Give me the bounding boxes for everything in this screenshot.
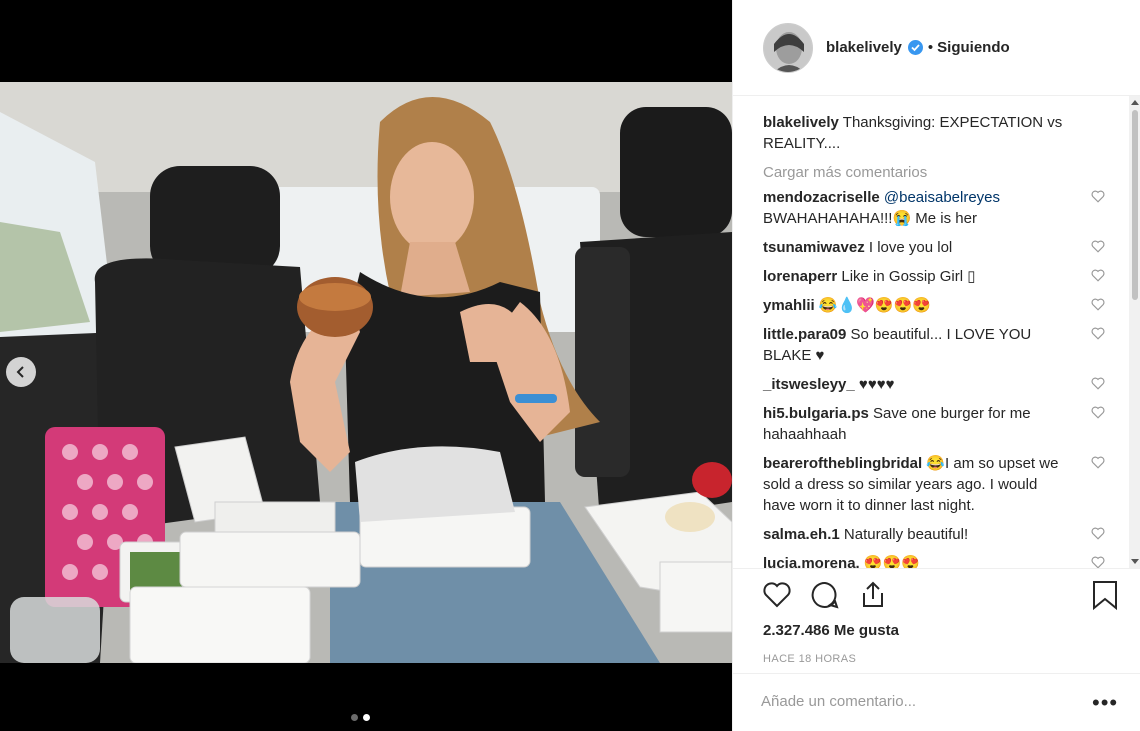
comment-text: BWAHAHAHAHA!!!😭 Me is her (763, 210, 977, 227)
load-more-comments-button[interactable]: Cargar más comentarios (763, 164, 1105, 181)
comment-username[interactable]: salma.eh.1 (763, 526, 840, 543)
comment-username[interactable]: beareroftheblingbridal (763, 455, 922, 472)
like-comment-heart-icon[interactable] (1091, 456, 1105, 469)
carousel-indicator (351, 714, 370, 721)
scroll-up-arrow-icon[interactable] (1131, 100, 1139, 105)
comment-username[interactable]: mendozacriselle (763, 189, 880, 206)
add-comment-input[interactable] (761, 693, 1061, 710)
post-sidebar: blakelively • Siguiendo blakelively Than… (732, 0, 1140, 731)
comment-item: hi5.bulgaria.ps Save one burger for me h… (763, 403, 1105, 445)
comment-username[interactable]: lucia.morena. (763, 555, 860, 568)
comment-item: tsunamiwavez I love you lol (763, 237, 1105, 258)
comment-icon[interactable] (809, 579, 841, 611)
comment-item: mendozacriselle @beaisabelreyes BWAHAHAH… (763, 187, 1105, 229)
comment-item: lucia.morena. 😍😍😍 (763, 553, 1105, 568)
action-icons (761, 579, 889, 611)
comment-username[interactable]: little.para09 (763, 326, 846, 343)
share-icon[interactable] (857, 579, 889, 611)
like-comment-heart-icon[interactable] (1091, 298, 1105, 311)
comment-mention[interactable]: @beaisabelreyes (884, 189, 1000, 206)
comment-item: lorenaperr Like in Gossip Girl ▯ (763, 266, 1105, 287)
bookmark-icon[interactable] (1090, 579, 1120, 611)
scroll-down-arrow-icon[interactable] (1131, 559, 1139, 564)
comment-text: ♥♥♥♥ (858, 376, 895, 393)
comments-list[interactable]: blakelively Thanksgiving: EXPECTATION vs… (733, 100, 1133, 568)
avatar[interactable] (763, 22, 813, 73)
scrollbar-thumb[interactable] (1132, 110, 1138, 300)
caption-username[interactable]: blakelively (763, 114, 839, 131)
comment-text: 😍😍😍 (863, 555, 920, 568)
comment-item: little.para09 So beautiful... I LOVE YOU… (763, 324, 1105, 366)
username-link[interactable]: blakelively (826, 39, 902, 56)
previous-slide-button[interactable] (6, 357, 36, 387)
like-comment-heart-icon[interactable] (1091, 527, 1105, 540)
like-comment-heart-icon[interactable] (1091, 377, 1105, 390)
like-comment-heart-icon[interactable] (1091, 556, 1105, 568)
comment-username[interactable]: lorenaperr (763, 268, 837, 285)
comment-item: beareroftheblingbridal 😂I am so upset we… (763, 453, 1105, 516)
like-comment-heart-icon[interactable] (1091, 406, 1105, 419)
post-timestamp[interactable]: HACE 18 HORAS (763, 653, 856, 665)
like-comment-heart-icon[interactable] (1091, 240, 1105, 253)
comment-item: ymahlii 😂💧💖😍😍😍 (763, 295, 1105, 316)
comment-username[interactable]: hi5.bulgaria.ps (763, 405, 869, 422)
post-header: blakelively • Siguiendo (733, 0, 1140, 96)
post-photo[interactable] (0, 82, 732, 663)
chevron-left-icon (16, 366, 24, 378)
photo-illustration (0, 82, 732, 663)
comment-username[interactable]: _itswesleyy_ (763, 376, 855, 393)
comment-text: Naturally beautiful! (843, 526, 969, 543)
post-caption: blakelively Thanksgiving: EXPECTATION vs… (763, 112, 1105, 154)
more-options-button[interactable]: ••• (1092, 692, 1118, 714)
comments-scrollbar[interactable] (1129, 96, 1140, 568)
instagram-post-view: blakelively • Siguiendo blakelively Than… (0, 0, 1140, 731)
verified-badge-icon (907, 40, 923, 55)
comment-text: Like in Gossip Girl ▯ (841, 268, 976, 285)
comment-item: _itswesleyy_ ♥♥♥♥ (763, 374, 1105, 395)
comment-username[interactable]: tsunamiwavez (763, 239, 865, 256)
following-button[interactable]: Siguiendo (937, 39, 1010, 56)
comment-text: 😂💧💖😍😍😍 (818, 297, 931, 314)
comment-username[interactable]: ymahlii (763, 297, 815, 314)
likes-count[interactable]: 2.327.486 Me gusta (763, 622, 899, 639)
carousel-dot-active[interactable] (363, 714, 370, 721)
separator-dot: • (927, 39, 934, 56)
comment-text: I love you lol (868, 239, 953, 256)
add-comment-row: ••• (733, 673, 1140, 729)
comment-item: salma.eh.1 Naturally beautiful! (763, 524, 1105, 545)
like-comment-heart-icon[interactable] (1091, 269, 1105, 282)
heart-icon[interactable] (761, 579, 793, 611)
post-actions: 2.327.486 Me gusta HACE 18 HORAS ••• (733, 568, 1140, 728)
avatar-image (764, 23, 812, 72)
like-comment-heart-icon[interactable] (1091, 190, 1105, 203)
carousel-dot[interactable] (351, 714, 358, 721)
post-media (0, 0, 732, 731)
like-comment-heart-icon[interactable] (1091, 327, 1105, 340)
